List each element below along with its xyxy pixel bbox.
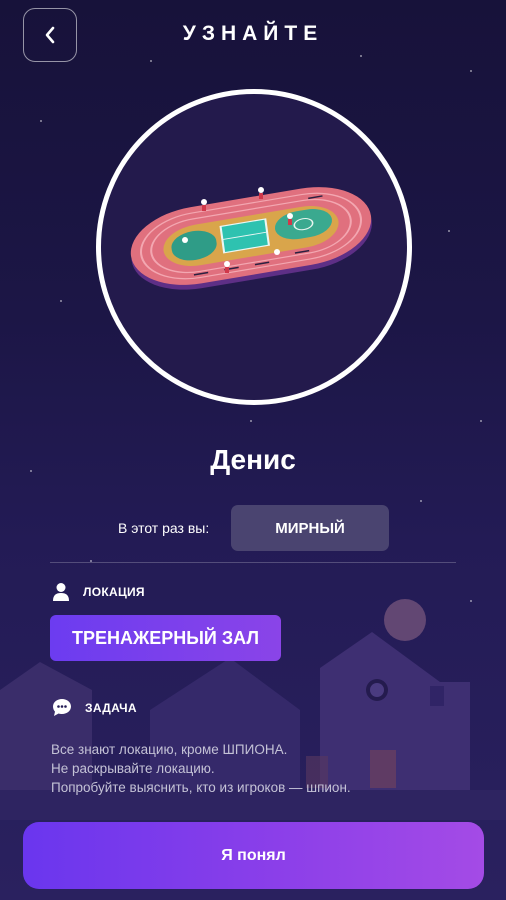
player-name: Денис [210, 444, 296, 475]
confirm-button[interactable]: Я понял [23, 822, 484, 889]
role-label: В этот раз вы: [118, 520, 210, 536]
task-description: Все знают локацию, кроме ШПИОНА. Не раск… [51, 740, 351, 797]
person-icon [53, 583, 69, 601]
location-illustration [96, 89, 412, 405]
chat-bubble-icon [53, 699, 71, 716]
location-value: ТРЕНАЖЕРНЫЙ ЗАЛ [72, 627, 259, 648]
task-line: Все знают локацию, кроме ШПИОНА. [51, 742, 288, 757]
task-header: ЗАДАЧА [52, 698, 137, 717]
stadium-illustration [130, 187, 372, 290]
role-badge: МИРНЫЙ [231, 505, 389, 551]
role-value: МИРНЫЙ [275, 519, 345, 537]
location-label: ЛОКАЦИЯ [83, 585, 145, 599]
divider [50, 562, 456, 563]
location-header: ЛОКАЦИЯ [52, 582, 145, 602]
task-label: ЗАДАЧА [85, 700, 137, 715]
location-badge: ТРЕНАЖЕРНЫЙ ЗАЛ [50, 615, 281, 661]
page-title: УЗНАЙТЕ [182, 22, 324, 45]
role-row: В этот раз вы: МИРНЫЙ [0, 505, 506, 551]
task-line: Не раскрывайте локацию. [51, 761, 215, 776]
task-line: Попробуйте выяснить, кто из игроков — шп… [51, 780, 351, 795]
